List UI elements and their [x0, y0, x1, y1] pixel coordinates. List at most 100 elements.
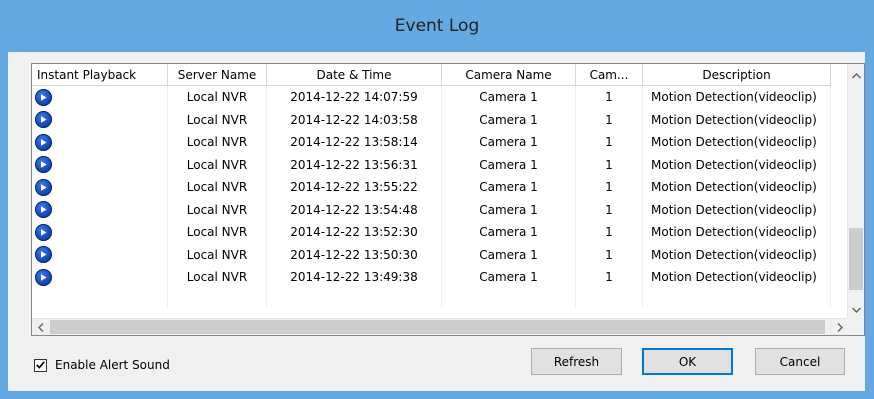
column-header-description[interactable]: Description: [643, 64, 831, 86]
instant-playback-cell[interactable]: [32, 243, 168, 266]
camera-name-cell: Camera 1: [442, 131, 576, 154]
play-circle-icon[interactable]: [35, 88, 52, 106]
empty-cell: [576, 288, 643, 307]
empty-cell: [168, 288, 267, 307]
dialog-client-area: Instant Playback Server Name Date & Time…: [8, 52, 865, 391]
description-cell: Motion Detection(videoclip): [643, 221, 831, 244]
camera-name-cell: Camera 1: [442, 176, 576, 199]
empty-cell: [32, 288, 168, 307]
camera-name-cell: Camera 1: [442, 221, 576, 244]
window-title: Event Log: [394, 16, 480, 36]
column-header-camera-name[interactable]: Camera Name: [442, 64, 576, 86]
camera-name-cell: Camera 1: [442, 153, 576, 176]
camera-name-cell: Camera 1: [442, 108, 576, 131]
chevron-up-icon[interactable]: [848, 67, 864, 85]
table-row[interactable]: Local NVR 2014-12-22 14:07:59 Camera 1 1 Mot…: [32, 86, 831, 109]
event-log-table[interactable]: Instant Playback Server Name Date & Time…: [31, 63, 865, 336]
instant-playback-cell[interactable]: [32, 86, 168, 109]
date-time-cell: 2014-12-22 14:07:59: [267, 86, 442, 109]
table-row[interactable]: Local NVR 2014-12-22 13:56:31 Camera 1 1 Mot…: [32, 153, 831, 176]
server-name-cell: Local NVR: [168, 86, 267, 109]
description-cell: Motion Detection(videoclip): [643, 108, 831, 131]
camera-number-cell: 1: [576, 221, 643, 244]
play-circle-icon[interactable]: [35, 268, 52, 286]
chevron-down-icon[interactable]: [848, 301, 864, 319]
table-body: Local NVR 2014-12-22 14:07:59 Camera 1 1 Mot…: [32, 86, 831, 307]
camera-number-cell: 1: [576, 266, 643, 289]
server-name-cell: Local NVR: [168, 153, 267, 176]
camera-name-cell: Camera 1: [442, 86, 576, 109]
table-row[interactable]: Local NVR 2014-12-22 13:55:22 Camera 1 1 Mot…: [32, 176, 831, 199]
date-time-cell: 2014-12-22 13:58:14: [267, 131, 442, 154]
play-circle-icon[interactable]: [35, 201, 52, 219]
description-cell: Motion Detection(videoclip): [643, 198, 831, 221]
column-header-date-time[interactable]: Date & Time: [267, 64, 442, 86]
description-cell: Motion Detection(videoclip): [643, 131, 831, 154]
description-cell: Motion Detection(videoclip): [643, 86, 831, 109]
description-cell: Motion Detection(videoclip): [643, 243, 831, 266]
instant-playback-cell[interactable]: [32, 176, 168, 199]
camera-number-cell: 1: [576, 131, 643, 154]
horizontal-scrollbar[interactable]: [32, 318, 848, 335]
table-row[interactable]: Local NVR 2014-12-22 13:54:48 Camera 1 1 Mot…: [32, 198, 831, 221]
date-time-cell: 2014-12-22 14:03:58: [267, 108, 442, 131]
camera-number-cell: 1: [576, 86, 643, 109]
table-empty-area: [32, 288, 831, 307]
camera-number-cell: 1: [576, 108, 643, 131]
description-cell: Motion Detection(videoclip): [643, 266, 831, 289]
server-name-cell: Local NVR: [168, 131, 267, 154]
vertical-scroll-thumb[interactable]: [849, 228, 863, 290]
instant-playback-cell[interactable]: [32, 266, 168, 289]
server-name-cell: Local NVR: [168, 108, 267, 131]
enable-alert-sound-checkbox[interactable]: [34, 358, 47, 372]
empty-cell: [643, 288, 831, 307]
server-name-cell: Local NVR: [168, 176, 267, 199]
refresh-button[interactable]: Refresh: [531, 348, 622, 375]
table-row[interactable]: Local NVR 2014-12-22 14:03:58 Camera 1 1 Mot…: [32, 108, 831, 131]
camera-name-cell: Camera 1: [442, 243, 576, 266]
description-cell: Motion Detection(videoclip): [643, 176, 831, 199]
chevron-left-icon[interactable]: [32, 319, 49, 335]
date-time-cell: 2014-12-22 13:50:30: [267, 243, 442, 266]
column-header-instant-playback[interactable]: Instant Playback: [32, 64, 168, 86]
enable-alert-sound-option[interactable]: Enable Alert Sound: [34, 358, 170, 372]
play-circle-icon[interactable]: [35, 246, 52, 264]
enable-alert-sound-label: Enable Alert Sound: [55, 358, 170, 372]
play-circle-icon[interactable]: [35, 133, 52, 151]
instant-playback-cell[interactable]: [32, 221, 168, 244]
table-row[interactable]: Local NVR 2014-12-22 13:50:30 Camera 1 1 Mot…: [32, 243, 831, 266]
camera-name-cell: Camera 1: [442, 198, 576, 221]
instant-playback-cell[interactable]: [32, 198, 168, 221]
table-row[interactable]: Local NVR 2014-12-22 13:49:38 Camera 1 1 Mot…: [32, 266, 831, 289]
camera-number-cell: 1: [576, 153, 643, 176]
horizontal-scroll-thumb[interactable]: [50, 320, 825, 334]
chevron-right-icon[interactable]: [831, 319, 848, 335]
column-header-camera-number[interactable]: Cam...: [576, 64, 643, 86]
server-name-cell: Local NVR: [168, 221, 267, 244]
date-time-cell: 2014-12-22 13:49:38: [267, 266, 442, 289]
table-row[interactable]: Local NVR 2014-12-22 13:52:30 Camera 1 1 Mot…: [32, 221, 831, 244]
date-time-cell: 2014-12-22 13:52:30: [267, 221, 442, 244]
description-cell: Motion Detection(videoclip): [643, 153, 831, 176]
date-time-cell: 2014-12-22 13:56:31: [267, 153, 442, 176]
instant-playback-cell[interactable]: [32, 108, 168, 131]
instant-playback-cell[interactable]: [32, 131, 168, 154]
server-name-cell: Local NVR: [168, 243, 267, 266]
play-circle-icon[interactable]: [35, 156, 52, 174]
ok-button[interactable]: OK: [642, 348, 733, 375]
server-name-cell: Local NVR: [168, 266, 267, 289]
vertical-scrollbar[interactable]: [847, 64, 864, 319]
empty-cell: [267, 288, 442, 307]
table-row[interactable]: Local NVR 2014-12-22 13:58:14 Camera 1 1 Mot…: [32, 131, 831, 154]
cancel-button[interactable]: Cancel: [755, 348, 845, 375]
camera-name-cell: Camera 1: [442, 266, 576, 289]
instant-playback-cell[interactable]: [32, 153, 168, 176]
column-header-server-name[interactable]: Server Name: [168, 64, 267, 86]
date-time-cell: 2014-12-22 13:54:48: [267, 198, 442, 221]
play-circle-icon[interactable]: [35, 223, 52, 241]
table-header: Instant Playback Server Name Date & Time…: [32, 64, 831, 87]
event-log-window: Event Log Instant Playback Server Name D…: [0, 0, 874, 399]
play-circle-icon[interactable]: [35, 111, 52, 129]
play-circle-icon[interactable]: [35, 178, 52, 196]
empty-cell: [442, 288, 576, 307]
